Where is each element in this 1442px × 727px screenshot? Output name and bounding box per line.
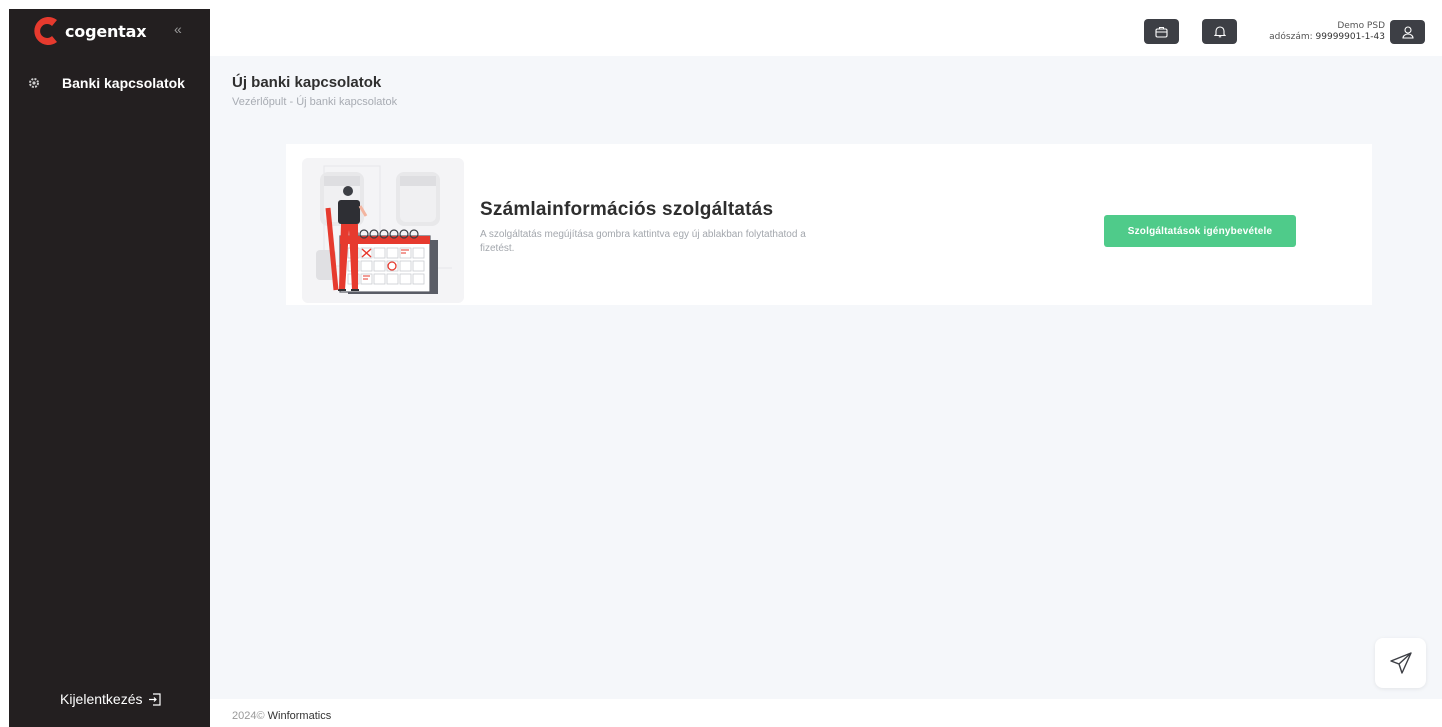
user-name: Demo PSD — [1337, 21, 1385, 31]
user-icon — [1401, 25, 1414, 39]
logout-icon — [148, 692, 161, 706]
briefcase-icon — [1155, 26, 1168, 38]
user-info: Demo PSD adószám: 99999901-1-43 — [1269, 21, 1385, 43]
main-content: Új banki kapcsolatok Vezérlőpult - Új ba… — [210, 56, 1442, 699]
request-services-button[interactable]: Szolgáltatások igénybevétele — [1104, 215, 1296, 247]
cogentax-logo-icon — [34, 17, 57, 45]
gear-icon — [29, 78, 39, 88]
paper-plane-icon — [1389, 652, 1412, 674]
footer-brand: Winformatics — [267, 710, 332, 722]
briefcase-button[interactable] — [1144, 19, 1179, 44]
logout-button[interactable]: Kijelentkezés — [60, 691, 161, 707]
card-title: Számlainformációs szolgáltatás — [480, 199, 774, 220]
user-profile-button[interactable] — [1390, 20, 1425, 44]
logo-text: cogentax — [65, 21, 147, 41]
sidebar-item-label: Banki kapcsolatok — [62, 75, 185, 91]
notifications-button[interactable] — [1202, 19, 1237, 44]
top-bar: Demo PSD adószám: 99999901-1-43 — [210, 0, 1442, 56]
footer-text: 2024© Winformatics — [232, 710, 331, 722]
breadcrumb: Vezérlőpult - Új banki kapcsolatok — [232, 96, 398, 108]
footer: 2024© Winformatics — [210, 699, 1442, 727]
cogentax-logo[interactable]: cogentax — [31, 13, 147, 49]
card-description: A szolgáltatás megújítása gombra kattint… — [480, 229, 806, 254]
tax-number: 99999901-1-43 — [1315, 32, 1385, 42]
calendar-illustration — [302, 158, 464, 303]
bell-icon — [1213, 26, 1226, 38]
sidebar-item-banki-kapcsolatok[interactable]: Banki kapcsolatok — [29, 75, 185, 91]
service-card: Számlainformációs szolgáltatás A szolgál… — [286, 144, 1372, 305]
footer-year: 2024© — [232, 710, 265, 722]
tax-label: adószám: — [1269, 32, 1313, 42]
logout-label: Kijelentkezés — [60, 691, 143, 707]
send-feedback-button[interactable] — [1375, 638, 1426, 688]
collapse-sidebar-button[interactable]: « — [174, 21, 182, 37]
page-title: Új banki kapcsolatok — [232, 74, 382, 91]
sidebar: cogentax « Banki kapcsolatok Kijelentkez… — [9, 9, 210, 727]
